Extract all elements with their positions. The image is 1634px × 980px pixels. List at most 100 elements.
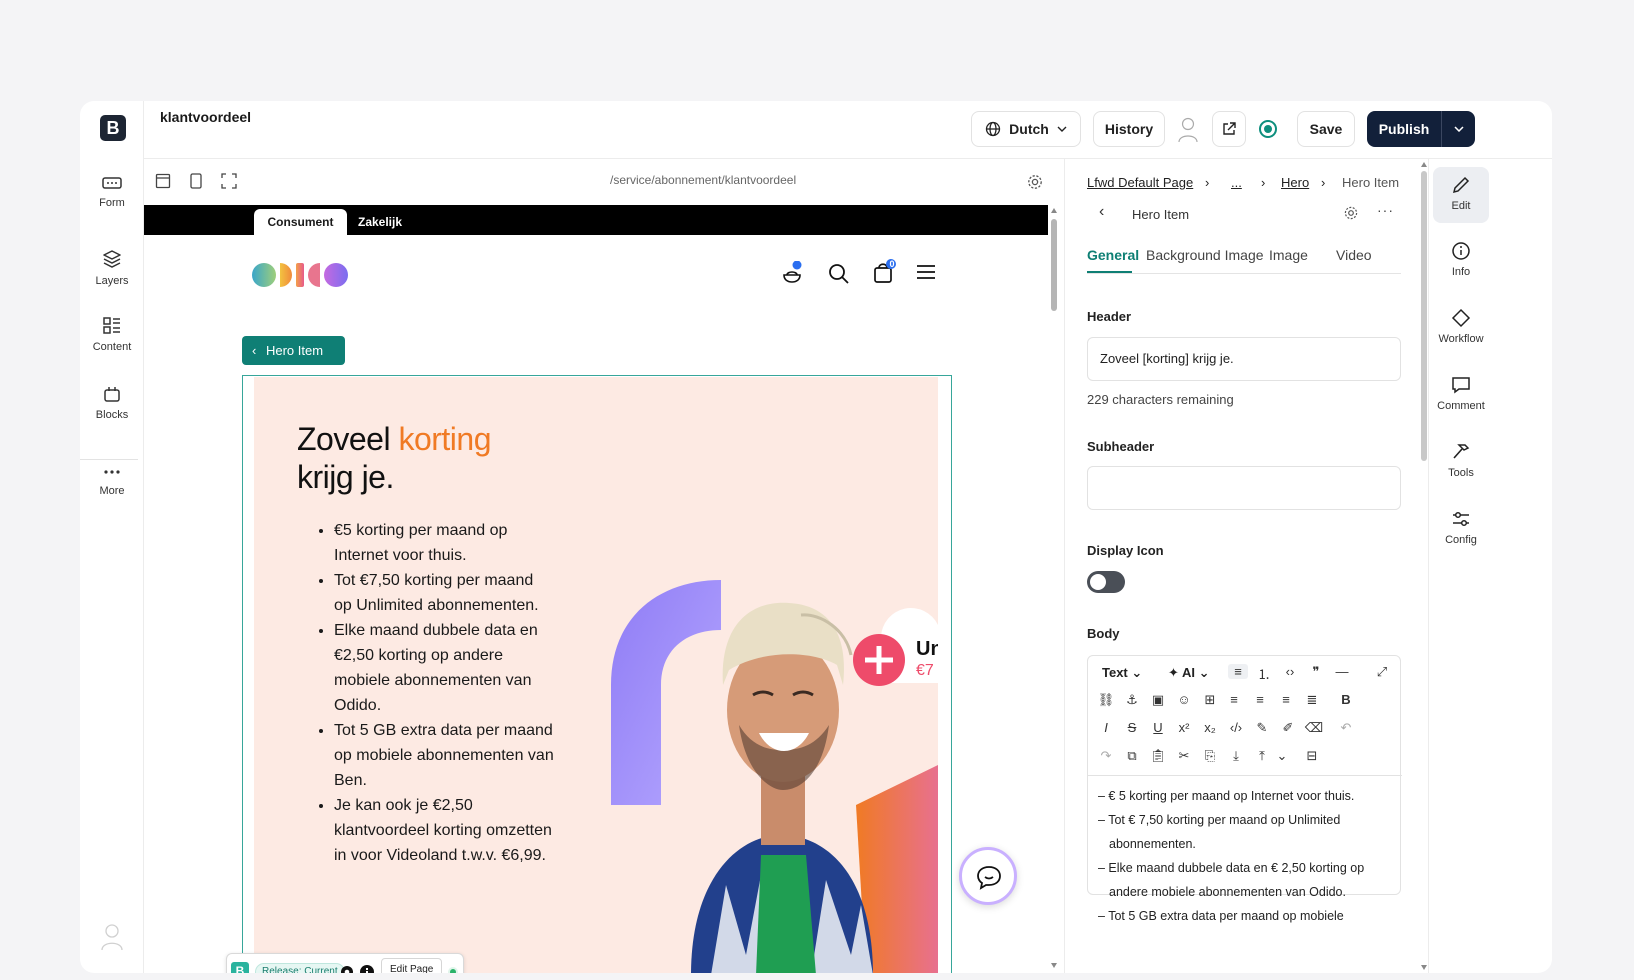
service-icon[interactable]: [780, 261, 804, 285]
tab-background-image[interactable]: Background Image: [1146, 247, 1264, 263]
download-icon[interactable]: ⤓: [1226, 748, 1246, 764]
settings-icon[interactable]: [339, 964, 355, 973]
publish-options-button[interactable]: [1441, 111, 1475, 147]
info-icon[interactable]: [359, 964, 375, 973]
align-justify-icon[interactable]: ≣: [1302, 692, 1322, 708]
rail-item-config[interactable]: Config: [1433, 509, 1489, 546]
tab-image[interactable]: Image: [1269, 247, 1308, 263]
rail-item-layers[interactable]: Layers: [80, 249, 144, 287]
publish-button[interactable]: Publish: [1367, 111, 1441, 147]
hamburger-menu-icon[interactable]: [916, 264, 936, 280]
paste-text-icon[interactable]: ⎘: [1200, 748, 1220, 764]
superscript-icon[interactable]: x²: [1174, 720, 1194, 735]
tab-general[interactable]: General: [1087, 247, 1139, 263]
emoji-icon[interactable]: ☺: [1174, 692, 1194, 707]
mobile-view-icon[interactable]: [189, 173, 203, 189]
hero-title: Zoveel korting krijg je.: [297, 420, 491, 496]
copy-icon[interactable]: ⧉: [1122, 748, 1142, 764]
source-code-icon[interactable]: ‹/›: [1226, 720, 1246, 735]
subheader-input[interactable]: [1087, 466, 1401, 510]
breadcrumb-hero[interactable]: Hero: [1281, 175, 1309, 190]
breadcrumb-ellipsis[interactable]: ...: [1231, 175, 1242, 190]
quote-icon[interactable]: ❞: [1306, 664, 1326, 680]
rail-item-label: Tools: [1448, 467, 1474, 479]
desktop-view-icon[interactable]: [155, 173, 171, 189]
rail-item-more[interactable]: More: [80, 465, 144, 497]
editor-content[interactable]: – € 5 korting per maand op Internet voor…: [1098, 784, 1394, 928]
promo-label: Un: [916, 638, 938, 660]
image-icon[interactable]: ▣: [1148, 692, 1168, 708]
chevron-down-icon[interactable]: ⌄: [1272, 748, 1292, 764]
italic-icon[interactable]: I: [1096, 720, 1116, 735]
bold-icon[interactable]: B: [1336, 692, 1356, 707]
bullet-list-icon[interactable]: ≡: [1228, 664, 1248, 679]
rail-item-comment[interactable]: Comment: [1433, 375, 1489, 412]
underline-icon[interactable]: U: [1148, 720, 1168, 735]
expand-icon[interactable]: ⤢: [1372, 664, 1392, 680]
rail-item-tools[interactable]: Tools: [1433, 442, 1489, 479]
edit-page-button[interactable]: Edit Page: [381, 958, 443, 973]
open-external-button[interactable]: [1212, 111, 1246, 147]
numbered-list-icon[interactable]: ⒈: [1254, 664, 1274, 683]
display-icon-toggle[interactable]: [1087, 571, 1125, 593]
upload-icon[interactable]: ⤒: [1252, 748, 1272, 764]
language-select[interactable]: Dutch: [971, 111, 1081, 147]
insert-block-icon[interactable]: ⊞: [1200, 692, 1220, 708]
subscript-icon[interactable]: x₂: [1200, 720, 1220, 735]
anchor-icon[interactable]: ⚓: [1122, 692, 1142, 708]
rail-item-edit[interactable]: Edit: [1433, 167, 1489, 223]
fullscreen-icon[interactable]: [221, 173, 237, 189]
rail-item-workflow[interactable]: Workflow: [1433, 308, 1489, 345]
align-left-icon[interactable]: ≡: [1224, 692, 1244, 707]
tab-consument[interactable]: Consument: [254, 209, 347, 235]
app-logo-icon[interactable]: B: [100, 115, 126, 141]
tab-video[interactable]: Video: [1336, 247, 1372, 263]
align-right-icon[interactable]: ≡: [1276, 692, 1296, 707]
align-center-icon[interactable]: ≡: [1250, 692, 1270, 707]
preview-scrollbar[interactable]: [1048, 205, 1060, 973]
rail-item-form[interactable]: Form: [80, 175, 144, 209]
brush-icon[interactable]: ✎: [1252, 720, 1272, 736]
link-icon[interactable]: ⛓: [1096, 692, 1116, 708]
header-input[interactable]: Zoveel [korting] krijg je.: [1087, 337, 1401, 381]
strikethrough-icon[interactable]: S: [1122, 720, 1142, 735]
rail-item-content[interactable]: Content: [80, 317, 144, 353]
hero-item-chip[interactable]: ‹ Hero Item: [242, 336, 345, 365]
eraser-icon[interactable]: ⌫: [1304, 720, 1324, 736]
form-icon: [102, 177, 122, 189]
user-avatar[interactable]: [99, 921, 125, 951]
history-button[interactable]: History: [1093, 111, 1165, 147]
horizontal-rule-icon[interactable]: —: [1332, 664, 1352, 679]
status-indicator-icon[interactable]: [1258, 119, 1278, 139]
chat-button[interactable]: [959, 847, 1017, 905]
code-icon[interactable]: ‹›: [1280, 664, 1300, 679]
breadcrumb-root[interactable]: Lfwd Default Page: [1087, 175, 1193, 190]
highlight-icon[interactable]: ✐: [1278, 720, 1298, 736]
display-icon-label: Display Icon: [1087, 543, 1164, 558]
save-label: Save: [1309, 121, 1343, 137]
more-options-icon[interactable]: ···: [1377, 202, 1394, 218]
hero-chip-label: Hero Item: [265, 343, 324, 358]
odido-logo[interactable]: [252, 261, 350, 289]
gear-icon[interactable]: [1026, 173, 1044, 191]
table-icon[interactable]: ⊟: [1302, 748, 1322, 764]
release-badge[interactable]: Release: Current: [255, 963, 345, 973]
search-icon[interactable]: [828, 263, 850, 285]
gear-icon[interactable]: [1343, 205, 1359, 221]
undo-icon[interactable]: ↶: [1336, 720, 1356, 736]
redo-icon[interactable]: ↷: [1096, 748, 1116, 764]
builder-logo-icon[interactable]: B: [231, 962, 249, 973]
rail-item-blocks[interactable]: Blocks: [80, 385, 144, 421]
text-format-label: Text: [1102, 665, 1128, 680]
rail-item-info[interactable]: Info: [1433, 241, 1489, 278]
save-button[interactable]: Save: [1297, 111, 1355, 147]
tab-zakelijk[interactable]: Zakelijk: [358, 209, 402, 235]
back-arrow-icon[interactable]: ‹: [1099, 203, 1104, 221]
paste-icon[interactable]: 📋︎: [1148, 748, 1168, 764]
promo-price: €7: [916, 662, 934, 679]
ai-dropdown[interactable]: ✦ AI ⌄: [1168, 665, 1210, 681]
collaborator-avatar[interactable]: [1175, 115, 1201, 143]
text-format-dropdown[interactable]: Text ⌄: [1102, 665, 1142, 681]
panel-scrollbar[interactable]: [1420, 159, 1428, 973]
cut-icon[interactable]: ✂: [1174, 748, 1194, 764]
